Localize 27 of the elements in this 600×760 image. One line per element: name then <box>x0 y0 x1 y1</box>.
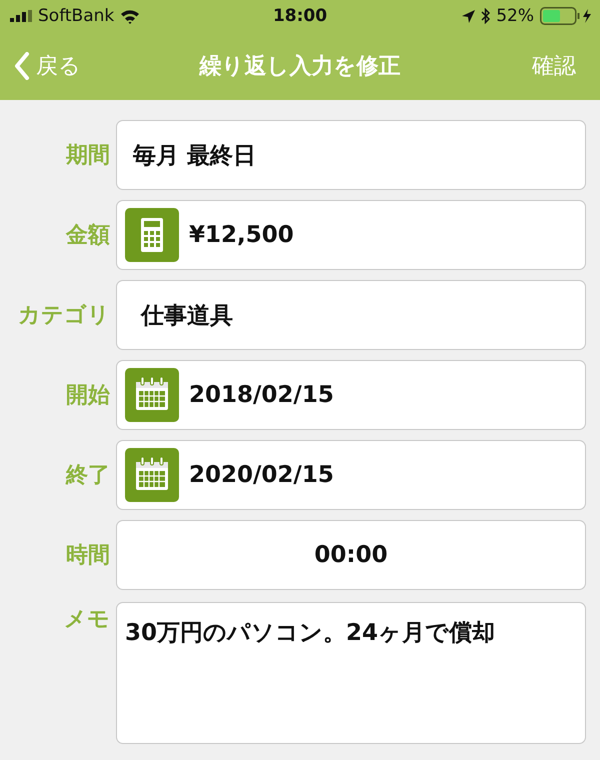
field-label: 金額 <box>64 222 110 250</box>
input-field[interactable]: 30万円のパソコン。24ヶ月で償却 <box>116 602 586 744</box>
field-label: 期間 <box>65 142 110 170</box>
field-label: カテゴリ <box>17 302 110 330</box>
input-field[interactable]: ¥12,500 <box>116 200 586 270</box>
calendar-icon <box>125 448 179 502</box>
clock-time: 18:00 <box>272 6 328 26</box>
signal-icon <box>10 10 32 22</box>
battery-charging-icon <box>540 7 592 25</box>
bluetooth-icon <box>481 8 490 24</box>
wifi-icon <box>120 8 140 24</box>
input-field[interactable]: 毎月 最終日 <box>116 120 586 190</box>
screen-title: 繰り返し入力を修正 <box>200 53 400 81</box>
input-field[interactable]: 仕事道具 <box>116 280 586 350</box>
battery-percent: 52% <box>496 6 534 26</box>
field-label: 終了 <box>64 462 110 490</box>
field-label: メモ <box>63 606 110 634</box>
field-label: 開始 <box>65 382 110 410</box>
calendar-icon <box>125 368 179 422</box>
location-icon <box>462 10 476 22</box>
chevron-left-icon <box>14 52 30 80</box>
input-field[interactable]: 00:00 <box>116 520 586 590</box>
calculator-icon <box>125 208 179 262</box>
field-label: 時間 <box>65 542 110 570</box>
carrier-name: SoftBank <box>38 6 114 26</box>
input-field[interactable]: 2018/02/15 <box>116 360 586 430</box>
input-field[interactable]: 2020/02/15 <box>116 440 586 510</box>
